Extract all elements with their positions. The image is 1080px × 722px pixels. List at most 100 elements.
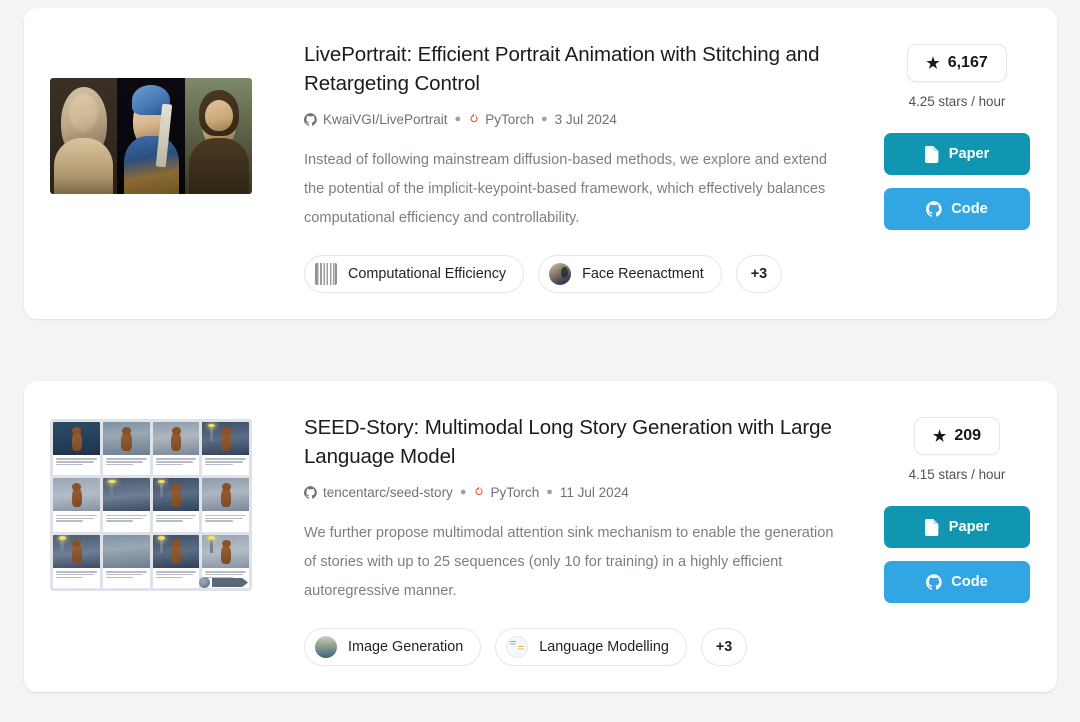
character-shape bbox=[71, 483, 82, 508]
framework: PyTorch bbox=[473, 485, 539, 500]
star-count-chip[interactable]: ★ 209 bbox=[913, 417, 1001, 455]
meta-separator: ● bbox=[454, 113, 462, 125]
storyboard-caption bbox=[53, 567, 100, 588]
framework-name: PyTorch bbox=[485, 112, 534, 127]
street-lamp-shape bbox=[108, 480, 116, 497]
character-shape bbox=[220, 426, 232, 452]
storyboard-caption bbox=[53, 455, 100, 476]
storyboard-scene bbox=[102, 478, 150, 512]
paper-list-page: LivePortrait: Efficient Portrait Animati… bbox=[0, 0, 1080, 722]
storyboard-scene bbox=[202, 534, 249, 568]
code-button[interactable]: Code bbox=[884, 188, 1030, 230]
star-icon: ★ bbox=[926, 54, 940, 72]
storyboard-scene bbox=[53, 478, 100, 512]
storyboard-scene bbox=[152, 534, 200, 568]
star-count: 6,167 bbox=[947, 54, 988, 71]
character-shape bbox=[220, 539, 232, 564]
street-lamp-shape bbox=[207, 423, 216, 441]
paper-button-label: Paper bbox=[948, 519, 990, 535]
star-rate: 4.15 stars / hour bbox=[908, 467, 1006, 482]
watermark bbox=[199, 577, 248, 588]
street-lamp-shape bbox=[207, 536, 216, 554]
watermark-label bbox=[212, 578, 248, 587]
code-button[interactable]: Code bbox=[884, 561, 1030, 603]
character-shape bbox=[171, 483, 182, 508]
storyboard-caption bbox=[202, 511, 249, 532]
street-lamp-shape bbox=[157, 480, 166, 497]
pytorch-icon bbox=[470, 113, 478, 123]
storyboard-caption bbox=[53, 511, 100, 532]
storyboard-caption bbox=[152, 567, 200, 588]
storyboard-scene bbox=[202, 422, 249, 456]
storyboard-scene bbox=[152, 422, 200, 456]
paper-thumbnail[interactable] bbox=[50, 407, 252, 591]
storyboard-cell bbox=[102, 478, 150, 532]
paper-meta: tencentarc/seed-story ● PyTorch ● 11 Jul… bbox=[304, 485, 855, 500]
tag-image-generation[interactable]: Image Generation bbox=[304, 628, 482, 666]
framework-name: PyTorch bbox=[490, 485, 540, 500]
meta-separator: ● bbox=[459, 486, 467, 498]
tag-label: Face Reenactment bbox=[582, 266, 704, 282]
paper-card[interactable]: LivePortrait: Efficient Portrait Animati… bbox=[24, 8, 1057, 319]
character-shape bbox=[220, 483, 232, 508]
portrait-panel-2 bbox=[117, 78, 185, 194]
repo-link[interactable]: KwaiVGI/LivePortrait bbox=[304, 112, 448, 127]
storyboard-cell bbox=[102, 534, 150, 588]
street-lamp-shape bbox=[58, 536, 67, 554]
tags-overflow-button[interactable]: +3 bbox=[735, 255, 783, 293]
paper-title[interactable]: SEED-Story: Multimodal Long Story Genera… bbox=[304, 413, 855, 471]
tags-overflow-button[interactable]: +3 bbox=[700, 628, 748, 666]
character-shape bbox=[171, 426, 182, 452]
face-photo-thumbnail-icon bbox=[549, 263, 572, 285]
tag-label: Image Generation bbox=[348, 639, 464, 655]
github-icon bbox=[926, 201, 942, 217]
storyboard-cell bbox=[152, 478, 200, 532]
portrait-panel-3 bbox=[184, 78, 252, 194]
paper-date: 3 Jul 2024 bbox=[554, 112, 617, 127]
pytorch-icon bbox=[475, 486, 484, 496]
paper-body: LivePortrait: Efficient Portrait Animati… bbox=[252, 34, 883, 293]
paper-abstract: We further propose multimodal attention … bbox=[304, 525, 834, 599]
star-count: 209 bbox=[954, 427, 982, 444]
storyboard-caption bbox=[102, 455, 150, 476]
code-button-label: Code bbox=[951, 201, 988, 217]
storyboard-cell bbox=[152, 422, 200, 476]
tag-face-reenactment[interactable]: Face Reenactment bbox=[538, 255, 722, 293]
paper-meta: KwaiVGI/LivePortrait ● PyTorch ● 3 Jul 2… bbox=[304, 112, 855, 127]
github-icon bbox=[926, 574, 942, 590]
storyboard-scene bbox=[53, 534, 100, 568]
portrait-panel-1 bbox=[50, 78, 118, 194]
storyboard-scene bbox=[102, 422, 150, 456]
meta-separator: ● bbox=[546, 486, 553, 498]
watermark-logo-icon bbox=[199, 577, 210, 588]
character-shape bbox=[171, 539, 182, 564]
storyboard-caption bbox=[102, 511, 150, 532]
portrait-triptych-image bbox=[50, 78, 252, 194]
street-lamp-shape bbox=[157, 536, 166, 554]
tag-computational-efficiency[interactable]: Computational Efficiency bbox=[304, 255, 525, 293]
star-icon: ★ bbox=[932, 427, 947, 445]
document-icon bbox=[924, 145, 939, 163]
paper-thumbnail[interactable] bbox=[50, 34, 252, 194]
paper-actions: ★ 6,167 4.25 stars / hour Paper Code bbox=[883, 34, 1031, 230]
character-shape bbox=[121, 426, 132, 452]
paper-title[interactable]: LivePortrait: Efficient Portrait Animati… bbox=[304, 40, 855, 98]
paper-button[interactable]: Paper bbox=[884, 133, 1030, 175]
storyboard-caption bbox=[102, 567, 150, 588]
framework: PyTorch bbox=[468, 112, 534, 127]
repo-link[interactable]: tencentarc/seed-story bbox=[304, 485, 453, 500]
paper-body: SEED-Story: Multimodal Long Story Genera… bbox=[252, 407, 883, 666]
tag-language-modelling[interactable]: Language Modelling bbox=[495, 628, 687, 666]
tag-label: Language Modelling bbox=[539, 639, 669, 655]
storyboard-caption bbox=[152, 455, 200, 476]
storyboard-scene bbox=[53, 422, 100, 456]
paper-button[interactable]: Paper bbox=[884, 506, 1030, 548]
repo-name: tencentarc/seed-story bbox=[323, 485, 453, 500]
document-chart-thumbnail-icon bbox=[506, 636, 529, 658]
code-button-label: Code bbox=[951, 574, 988, 590]
storyboard-cell bbox=[53, 534, 100, 588]
paper-card[interactable]: SEED-Story: Multimodal Long Story Genera… bbox=[24, 381, 1057, 692]
paper-button-label: Paper bbox=[948, 146, 990, 162]
star-count-chip[interactable]: ★ 6,167 bbox=[907, 44, 1007, 82]
storyboard-cell bbox=[102, 422, 150, 476]
